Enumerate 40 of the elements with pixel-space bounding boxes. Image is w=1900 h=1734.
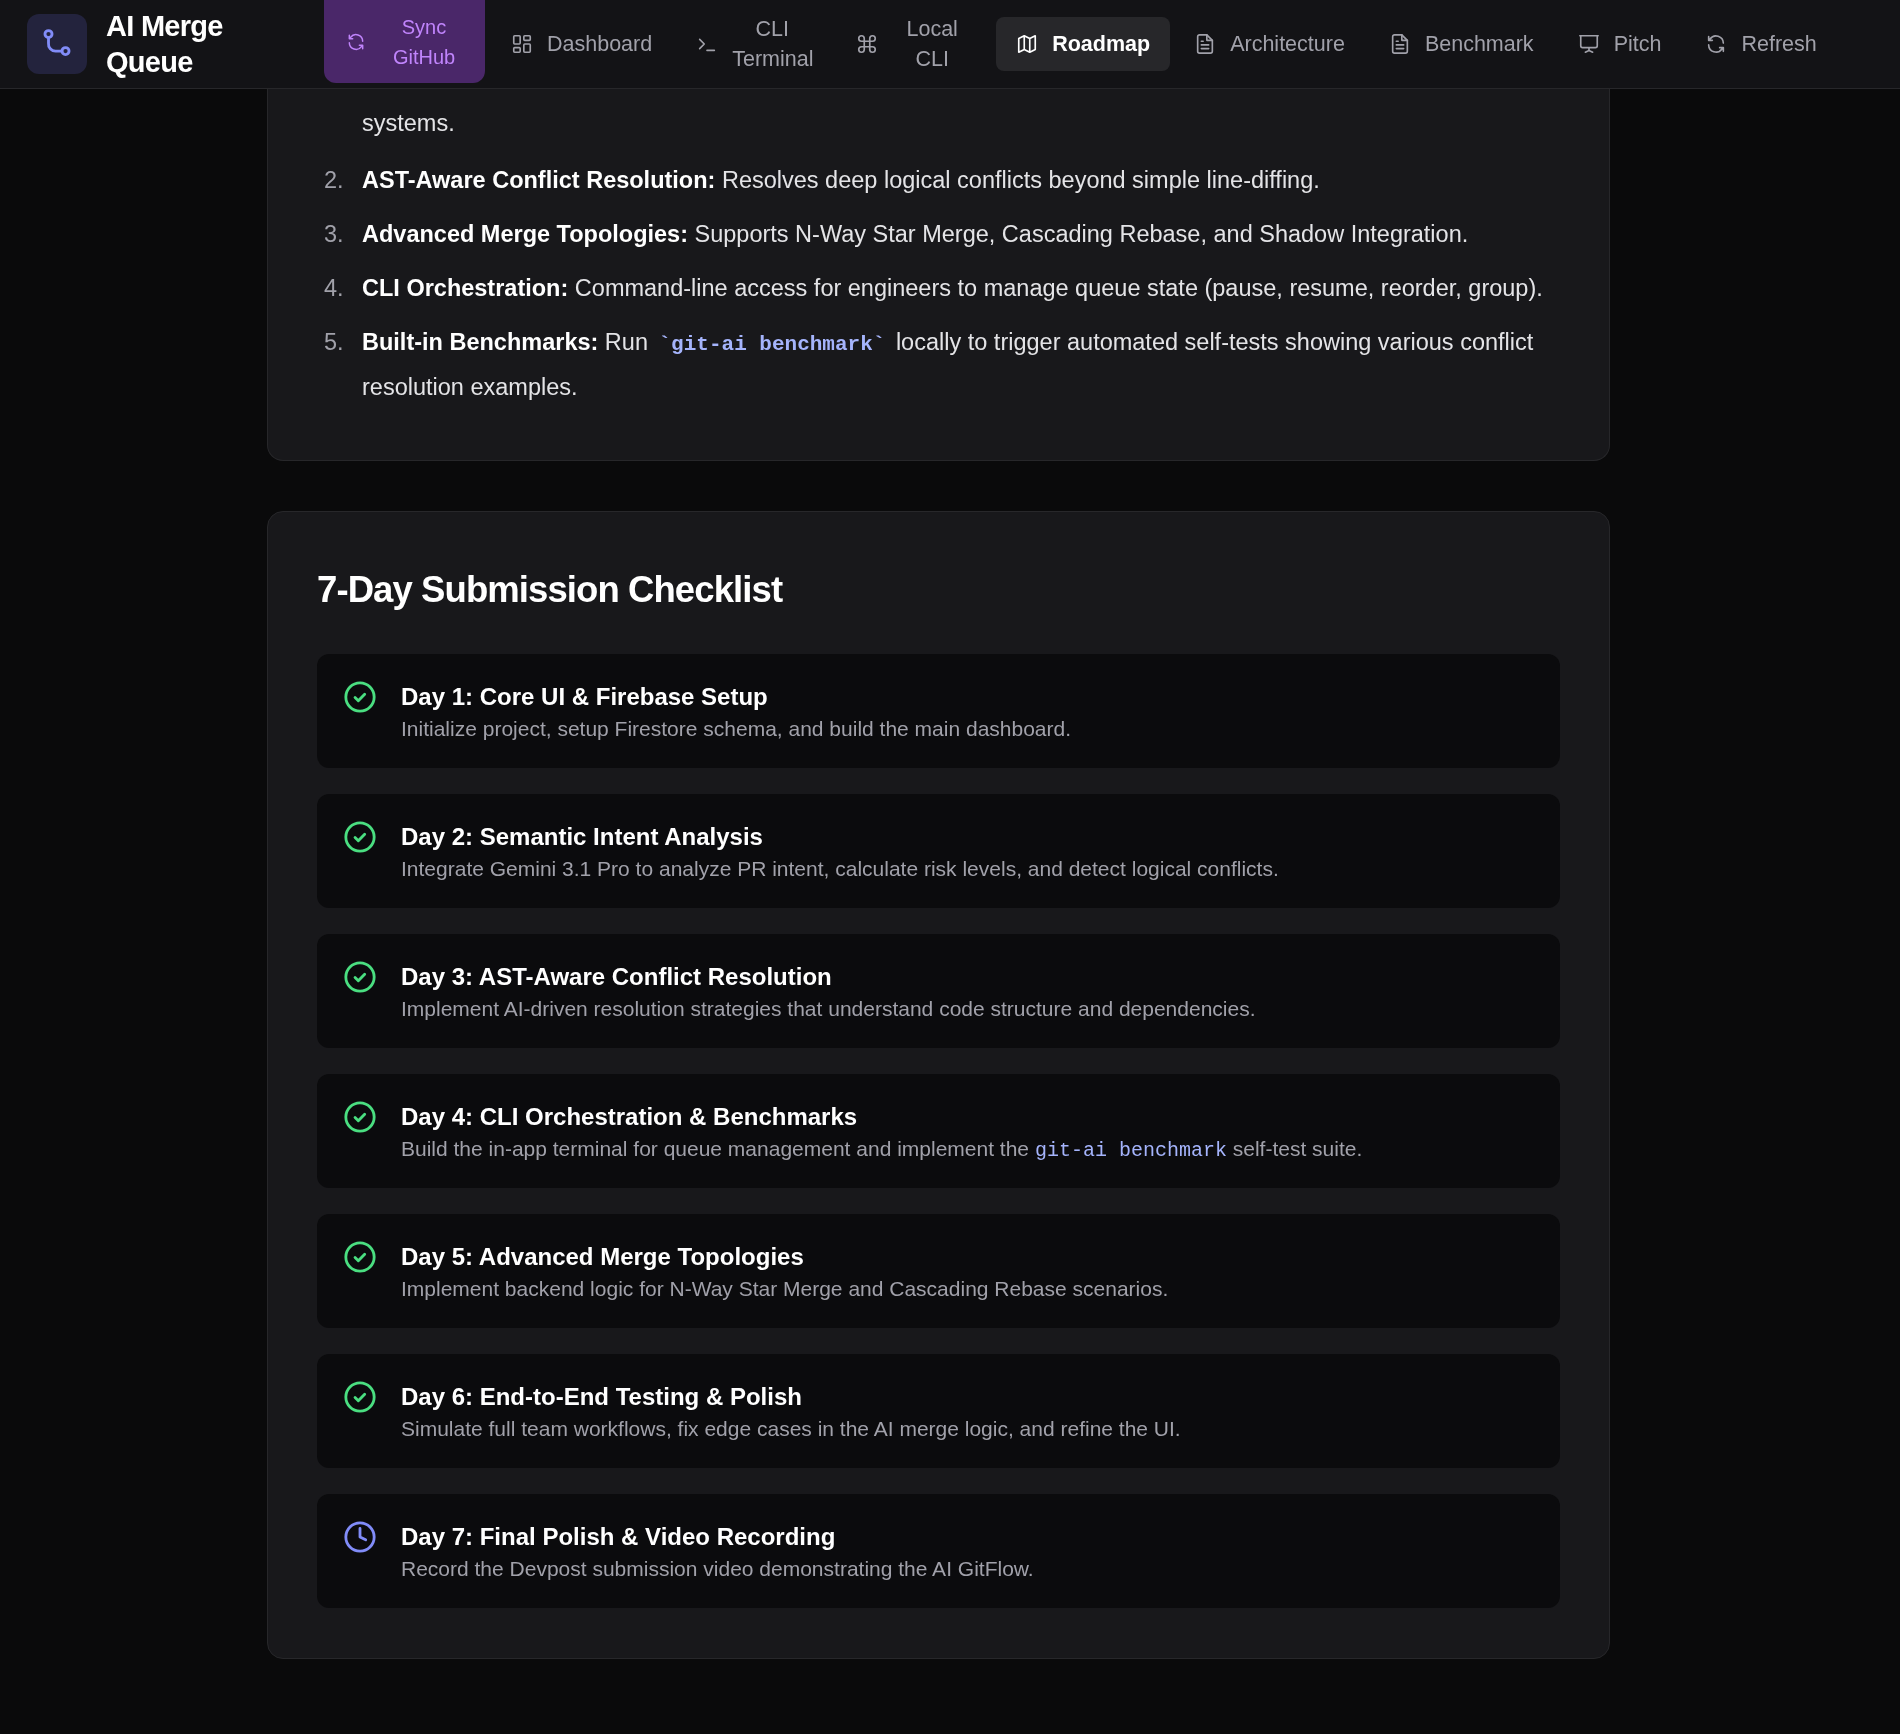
logo-icon [27,14,87,74]
app-title: AI Merge Queue [106,9,224,80]
list-item-text: CLI Orchestration: Command-line access for engineers to manage queue state (pause, resume, reorder, group). [362,274,1544,303]
list-item-text: Built-in Benchmarks: Run `git-ai benchmark` locally to trigger automated self-tests showing various conflict resolution examples. [362,328,1535,402]
item-description: Integrate Gemini 3.1 Pro to analyze PR intent, calculate risk levels, and detect logical conflicts. [401,856,1279,882]
nav-tab[interactable]: Dashboard [491,17,673,71]
list-item-text: AST-Aware Conflict Resolution: Resolves deep logical conflicts beyond simple line-diffing. [362,166,1321,195]
refresh-button[interactable]: Refresh [1685,17,1837,71]
list-number: 5. [324,328,344,357]
nav-tab[interactable]: CLI Terminal [676,17,833,71]
nav-tab[interactable]: Architecture [1174,17,1365,71]
item-title: Day 4: CLI Orchestration & Benchmarks [401,1102,859,1132]
nav-tab[interactable]: Benchmark [1368,17,1554,71]
presentation-icon [1577,33,1600,55]
item-title: Day 5: Advanced Merge Topologies [401,1242,805,1272]
item-title: Day 1: Core UI & Firebase Setup [401,682,769,712]
item-title: Day 7: Final Polish & Video Recording [401,1522,837,1552]
item-description: Simulate full team workflows, fix edge cases in the AI merge logic, and refine the UI. [401,1416,1181,1442]
item-title: Day 3: AST-Aware Conflict Resolution [401,962,833,992]
grid-icon [511,33,533,55]
item-description: Implement backend logic for N-Way Star Merge and Cascading Rebase scenarios. [401,1276,1169,1302]
nav-tab[interactable]: Local CLI [836,17,993,71]
item-description: Implement AI-driven resolution strategies that understand code structure and dependencies. [401,996,1256,1022]
item-description: Initialize project, setup Firestore schema, and build the main dashboard. [401,716,1072,742]
nav-tab[interactable]: Pitch [1557,17,1682,71]
item-title: Day 2: Semantic Intent Analysis [401,822,764,852]
list-number: 4. [324,274,344,303]
section-title: 7-Day Submission Checklist [317,568,784,612]
sync-icon [346,31,366,52]
list-item-text: Advanced Merge Topologies: Supports N-Way Star Merge, Cascading Rebase, and Shadow Integration. [362,220,1470,249]
command-icon [856,33,879,55]
list-number: 2. [324,166,344,195]
item-title: Day 6: End-to-End Testing & Polish [401,1382,803,1412]
item-description: Build the in-app terminal for queue management and implement the git-ai benchmark self-test suite. [401,1136,1363,1164]
list-number: 3. [324,220,344,249]
list-item-text: systems. [362,109,456,138]
item-description: Record the Devpost submission video demonstrating the AI GitFlow. [401,1556,1034,1582]
sync-button[interactable]: Sync GitHub [324,0,485,83]
nav-tab[interactable]: Roadmap [996,17,1171,71]
map-icon [1016,33,1039,55]
